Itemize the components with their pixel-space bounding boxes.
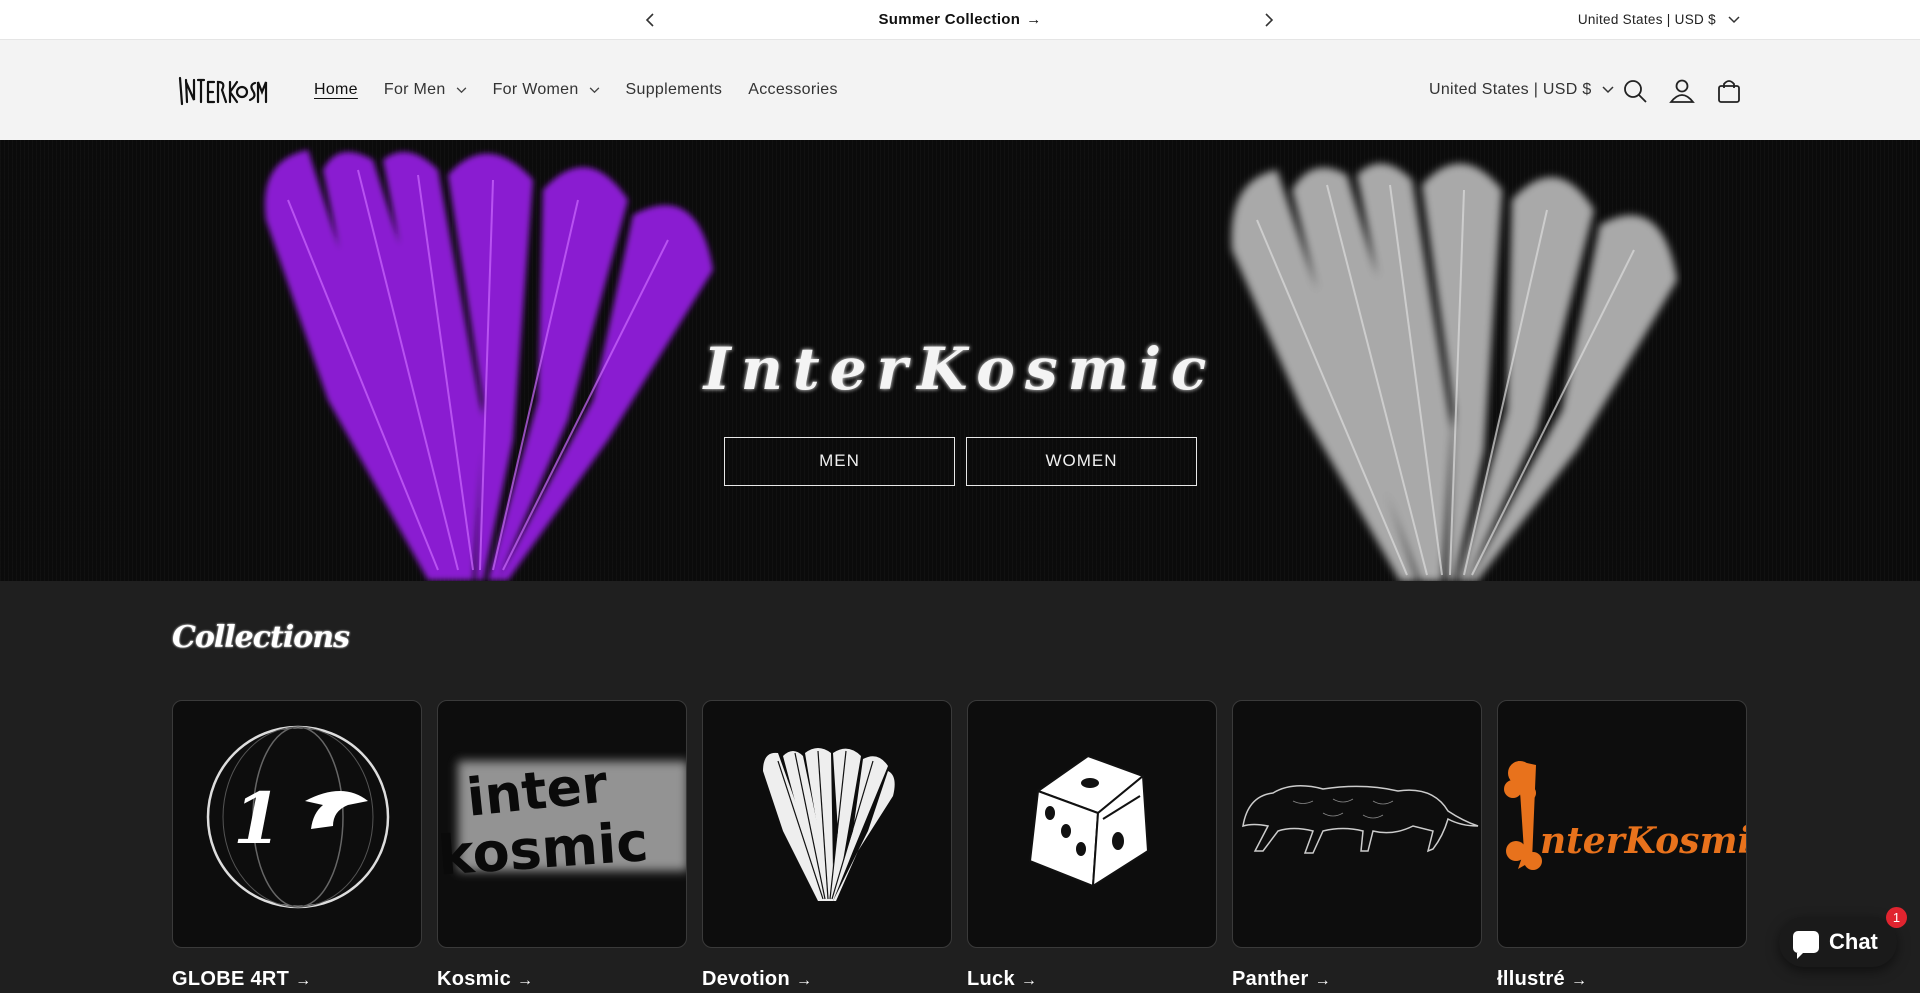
nav-for-men[interactable]: For Men bbox=[384, 81, 467, 99]
shop-women-button[interactable]: WOMEN bbox=[966, 437, 1197, 486]
country-selector-label: United States | USD $ bbox=[1429, 81, 1592, 98]
collection-image-illustre: nterKosmic bbox=[1497, 700, 1747, 948]
collection-card[interactable]: Panther → bbox=[1232, 700, 1482, 991]
chevron-down-icon bbox=[1602, 86, 1614, 94]
collection-image-devotion bbox=[702, 700, 952, 948]
collection-card[interactable]: inter kosmic Kosmic → bbox=[437, 700, 687, 991]
arrow-right-icon: → bbox=[795, 972, 813, 989]
arrow-right-icon: → bbox=[1570, 972, 1588, 989]
hero-heart-left-image bbox=[264, 150, 713, 581]
chevron-right-icon bbox=[1265, 13, 1274, 27]
chevron-down-icon bbox=[456, 86, 466, 93]
chat-button[interactable]: Chat 1 bbox=[1779, 907, 1907, 967]
site-header: Home For Men For Women Supplements Acces… bbox=[0, 40, 1920, 140]
arrow-right-icon: → bbox=[1020, 972, 1038, 989]
collection-label: Kosmic → bbox=[437, 968, 687, 991]
chat-bubble-icon bbox=[1793, 931, 1819, 959]
nav-supplements-label: Supplements bbox=[625, 81, 723, 98]
hero-heart-right-image bbox=[1231, 163, 1677, 581]
nav-supplements[interactable]: Supplements bbox=[626, 81, 723, 99]
svg-text:kosmic: kosmic bbox=[438, 810, 650, 888]
nav-home[interactable]: Home bbox=[314, 81, 358, 99]
country-selector-label: United States | USD $ bbox=[1577, 12, 1716, 27]
chat-unread-badge: 1 bbox=[1886, 907, 1907, 928]
collection-image-globe: 1 bbox=[172, 700, 422, 948]
collection-card[interactable]: 1 GLOBE 4RT → bbox=[172, 700, 422, 991]
announcement-message[interactable]: Summer Collection → bbox=[690, 0, 1230, 40]
account-icon[interactable] bbox=[1669, 78, 1695, 104]
arrow-right-icon: → bbox=[295, 972, 312, 989]
nav-for-men-label: For Men bbox=[383, 81, 446, 98]
collection-card[interactable]: nterKosmic łllustré → bbox=[1497, 700, 1747, 991]
collection-label: łllustré → bbox=[1497, 968, 1747, 991]
country-selector-top[interactable]: United States | USD $ bbox=[1578, 0, 1740, 40]
announcement-next-button[interactable] bbox=[1257, 8, 1281, 32]
nav-accessories-label: Accessories bbox=[748, 81, 838, 98]
collection-label-text: GLOBE 4RT bbox=[172, 968, 290, 990]
nav-home-label: Home bbox=[314, 81, 358, 98]
hero-brand-title: InterKosmic bbox=[703, 335, 1217, 403]
collection-card[interactable]: Luck → bbox=[967, 700, 1217, 991]
announcement-text: Summer Collection bbox=[878, 11, 1021, 28]
collection-label: Devotion → bbox=[702, 968, 952, 991]
site-logo[interactable] bbox=[176, 68, 268, 112]
collection-label: GLOBE 4RT → bbox=[172, 968, 422, 991]
collections-title: Collections bbox=[172, 620, 350, 655]
collection-label-text: Kosmic bbox=[437, 968, 512, 990]
collection-image-luck bbox=[967, 700, 1217, 948]
search-icon[interactable] bbox=[1622, 78, 1648, 104]
hero-banner: InterKosmic MEN WOMEN bbox=[0, 140, 1920, 581]
arrow-right-icon: → bbox=[517, 972, 534, 989]
collection-image-panther bbox=[1232, 700, 1482, 948]
chevron-down-icon bbox=[1728, 16, 1740, 24]
collection-card[interactable]: Devotion → bbox=[702, 700, 952, 991]
collection-image-kosmic: inter kosmic bbox=[437, 700, 687, 948]
arrow-right-icon: → bbox=[1026, 11, 1042, 28]
collection-label: Panther → bbox=[1232, 968, 1482, 991]
collection-label-text: Devotion bbox=[702, 968, 790, 990]
arrow-right-icon: → bbox=[1314, 972, 1331, 989]
nav-accessories[interactable]: Accessories bbox=[748, 81, 838, 99]
collection-label: Luck → bbox=[967, 968, 1217, 991]
chat-label: Chat bbox=[1829, 929, 1878, 954]
chevron-down-icon bbox=[589, 86, 599, 93]
collection-label-text: Panther bbox=[1232, 968, 1309, 990]
svg-text:1: 1 bbox=[233, 777, 282, 860]
nav-for-women-label: For Women bbox=[492, 81, 579, 98]
country-selector[interactable]: United States | USD $ bbox=[1429, 40, 1614, 140]
collection-label-text: Luck bbox=[967, 968, 1015, 990]
collection-label-text: łllustré bbox=[1497, 968, 1565, 990]
svg-text:nterKosmic: nterKosmic bbox=[1540, 820, 1747, 862]
main-nav: Home For Men For Women Supplements Acces… bbox=[314, 40, 864, 140]
announcement-prev-button[interactable] bbox=[639, 8, 663, 32]
nav-for-women[interactable]: For Women bbox=[493, 81, 600, 99]
shop-men-button[interactable]: MEN bbox=[724, 437, 955, 486]
collections-grid: 1 GLOBE 4RT → inter kosmic Kosmic → Devo… bbox=[172, 700, 1748, 991]
chevron-left-icon bbox=[645, 13, 654, 27]
cart-icon[interactable] bbox=[1716, 78, 1742, 104]
announcement-bar: Summer Collection → United States | USD $ bbox=[0, 0, 1920, 40]
